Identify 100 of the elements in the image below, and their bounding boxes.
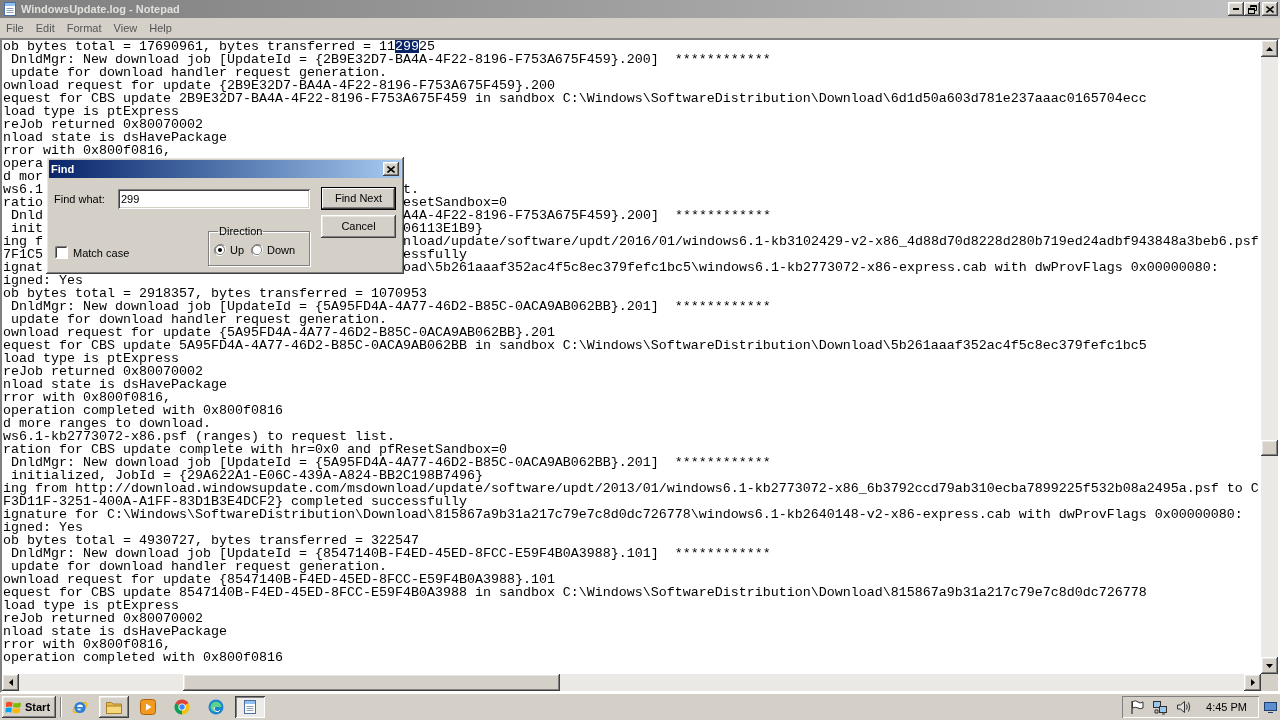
log-line: F3D11F-3251-400A-A1FF-83D1B3E4DCF2} completed successfully [3, 494, 467, 509]
notepad-icon [2, 1, 18, 17]
log-line: load type is ptExpress [3, 598, 179, 613]
log-line: ownload request for update {2B9E32D7-BA4A-4F22-8196-F753A675F459}.200 [3, 78, 555, 93]
speaker-icon [1176, 700, 1193, 714]
log-line: DnldMgr: New download job [UpdateId = {2B9E32D7-BA4A-4F22-8196-F753A675F459}.200] ************ [10, 52, 771, 67]
minimize-icon [1233, 8, 1239, 10]
log-line: ownload request for update {8547140B-F4ED-45ED-8FCC-E59F4B0A3988}.101 [3, 572, 555, 587]
log-line: DnldMgr: New download job [UpdateId = {8547140B-F4ED-45ED-8FCC-E59F4B0A3988}.101] ************ [10, 546, 771, 561]
scroll-left-button[interactable] [2, 674, 19, 691]
right-arrow-icon [1250, 679, 1255, 686]
taskbar-button[interactable] [235, 696, 265, 718]
log-line: 7F1C5 [3, 247, 43, 262]
menu-item[interactable]: Help [143, 19, 178, 37]
log-line: update for download handler request generation. [11, 559, 387, 574]
log-line: igned: Yes [3, 520, 83, 535]
match-case-checkbox[interactable]: Match case [55, 244, 130, 261]
close-button[interactable] [1262, 2, 1278, 16]
dialog-button[interactable]: Find Next [321, 187, 396, 210]
log-line: nload state is dsHavePackage [3, 130, 227, 145]
log-line: essfully [403, 248, 467, 261]
log-line: equest for CBS update 8547140B-F4ED-45ED-8FCC-E59F4B0A3988 in sandbox C:\Windows\SoftwareDistribution\Download\815867a9b31a217c79e7c8d0dc726778 [3, 585, 1147, 600]
log-line: nload state is dsHavePackage [3, 624, 227, 639]
log-line: ob bytes total = 2918357, bytes transferred = 1070953 [3, 286, 427, 301]
log-line: ws6.1-kb2773072-x86.psf (ranges) to request list. [3, 429, 395, 444]
log-line: initialized, JobId = {29A622A1-E06C-439A-A824-BB2C198B7496} [10, 468, 483, 483]
tricolor-circle-icon [174, 699, 190, 715]
field-label: Find what: [54, 191, 106, 207]
log-line: d more ranges to download. [3, 416, 211, 431]
monitor-icon [1263, 701, 1277, 713]
dialog-button[interactable]: Cancel [321, 215, 396, 238]
log-line: igned: Yes [3, 273, 83, 288]
close-button[interactable] [383, 162, 399, 176]
notepad-icon [242, 699, 258, 715]
log-line: DnldMgr: New download job [UpdateId = {5A95FD4A-4A77-46D2-B85C-0ACA9AB062BB}.201] ************ [10, 455, 771, 470]
window-title: WindowsUpdate.log - Notepad [21, 1, 180, 17]
log-line: nload/update/software/updt/2016/01/windows6.1-kb3102429-v2-x86_4d88d70d8228d280b719ed24adbf943848a3beb6.psf [403, 235, 1259, 248]
log-line: ing from http://download.windowsupdate.com/msdownload/update/software/updt/2013/01/windows6.1-kb2773072-x86_6b3792ccd79ab310ecba7899225f532b08a2495a.psf to C [3, 481, 1259, 496]
log-line: DnldMgr: New download job [UpdateId = {5A95FD4A-4A77-46D2-B85C-0ACA9AB062BB}.201] ************ [10, 299, 771, 314]
flag-icon [1130, 699, 1145, 715]
scroll-right-button[interactable] [1244, 674, 1261, 691]
restore-button[interactable] [1244, 2, 1260, 16]
log-line: update for download handler request generation. [11, 312, 387, 327]
log-line: 06113E1B9} [403, 222, 483, 235]
up-arrow-icon [1266, 46, 1273, 51]
log-line: load type is ptExpress [3, 351, 179, 366]
swirl-icon [208, 699, 224, 715]
log-line: ownload request for update {5A95FD4A-4A77-46D2-B85C-0ACA9AB062BB}.201 [3, 325, 555, 340]
log-line: d mor [3, 169, 43, 184]
log-line: opera [3, 156, 43, 171]
clock: 4:45 PM [1206, 699, 1247, 715]
log-line: 25 [418, 40, 435, 53]
dialog-title: Find [51, 161, 75, 177]
ringed-sphere-icon [72, 699, 88, 715]
log-line: Dnld [10, 208, 43, 223]
direction-option[interactable]: Up [214, 242, 245, 259]
direction-option[interactable]: Down [251, 242, 296, 259]
scroll-up-button[interactable] [1261, 40, 1278, 57]
log-line: equest for CBS update 2B9E32D7-BA4A-4F22-8196-F753A675F459 in sandbox C:\Windows\SoftwareDistribution\Download\6d1d50a603d781e237aaac0165704ecc [3, 91, 1147, 106]
log-line: ignat [3, 260, 43, 275]
scroll-down-button[interactable] [1261, 657, 1278, 674]
menu-item[interactable]: Edit [29, 19, 61, 37]
log-line: init [10, 221, 43, 236]
network-icon [1152, 699, 1169, 715]
menu-item[interactable]: File [0, 19, 30, 37]
text-area[interactable] [2, 40, 1261, 674]
find-what-field[interactable]: 299 [118, 189, 310, 209]
log-line: oad\5b261aaaf352ac4f5c8ec379fefc1bc5\windows6.1-kb2773072-x86-express.cab with dwProvFlags 0x00000080: [403, 261, 1219, 274]
scroll-thumb[interactable] [1261, 440, 1278, 456]
log-line: ws6.1 [3, 182, 43, 197]
log-line: load type is ptExpress [3, 104, 179, 119]
minimize-button[interactable] [1228, 2, 1244, 16]
log-line: reJob returned 0x80070002 [3, 611, 203, 626]
menu-item[interactable]: Format [60, 19, 108, 37]
log-line: ob bytes total = 4930727, bytes transferred = 322547 [3, 533, 419, 548]
log-line: nload state is dsHavePackage [3, 377, 227, 392]
log-line: rror with 0x800f0816, [3, 143, 171, 158]
log-line: rror with 0x800f0816, [3, 390, 171, 405]
close-icon [1266, 5, 1274, 13]
group-label: Direction [218, 224, 264, 239]
log-line: ignature for C:\Windows\SoftwareDistribution\Download\815867a9b31a217c79e7c8d0dc726778\windows6.1-kb2640148-v2-x86-express.cab with dwProvFlags 0x00000080: [3, 507, 1243, 522]
log-line: operation completed with 0x800f0816 [3, 403, 283, 418]
folder-icon [106, 700, 122, 714]
log-line: update for download handler request generation. [11, 65, 387, 80]
menu-item[interactable]: View [107, 19, 144, 37]
taskbar-button[interactable] [99, 696, 129, 718]
log-line: reJob returned 0x80070002 [3, 117, 203, 132]
log-line: rror with 0x800f0816, [3, 637, 171, 652]
log-line: reJob returned 0x80070002 [3, 364, 203, 379]
close-icon [387, 165, 395, 173]
log-line: ratio [3, 195, 43, 210]
log-line: t. [403, 183, 419, 196]
start-button[interactable]: Start [2, 696, 56, 718]
windows-logo-icon [5, 699, 22, 715]
log-line: ob bytes total = 17690961, bytes transferred = 11 [3, 40, 395, 53]
left-arrow-icon [8, 679, 13, 686]
log-line: operation completed with 0x800f0816 [3, 650, 283, 665]
log-line: A4A-4F22-8196-F753A675F459}.200] ************ [403, 209, 771, 222]
play-icon [140, 699, 156, 715]
scroll-thumb[interactable] [183, 674, 560, 691]
